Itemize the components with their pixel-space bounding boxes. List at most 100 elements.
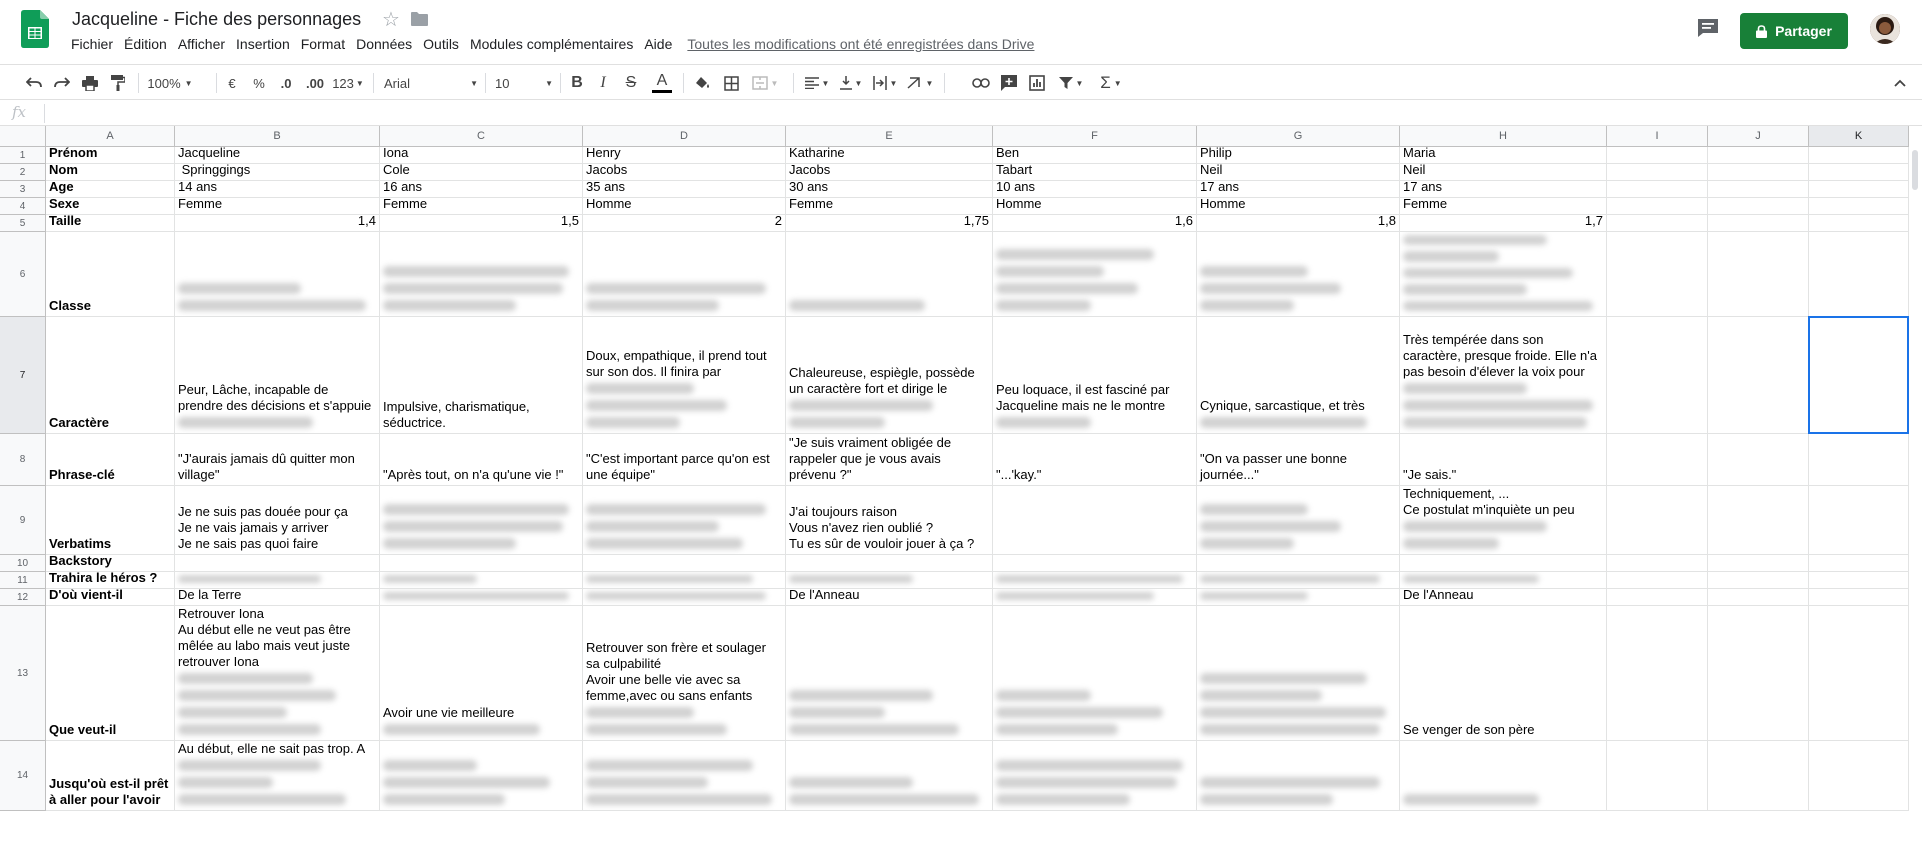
cell-c10[interactable] — [380, 555, 583, 572]
cell-a5[interactable]: Taille — [46, 215, 175, 232]
cell-e2[interactable]: Jacobs — [786, 164, 993, 181]
cell-g7[interactable]: Cynique, sarcastique, et très — [1197, 317, 1400, 434]
cell-d12[interactable] — [583, 589, 786, 606]
cell-j14[interactable] — [1708, 741, 1809, 811]
font-size-select[interactable]: 10 ▼ — [495, 71, 553, 95]
cell-c14[interactable] — [380, 741, 583, 811]
rotate-icon[interactable]: ▼ — [904, 71, 936, 95]
text-color-button[interactable]: A — [652, 71, 672, 93]
cell-c5[interactable]: 1,5 — [380, 215, 583, 232]
menu-fichier[interactable]: Fichier — [71, 36, 113, 52]
cell-f8[interactable]: "...'kay." — [993, 434, 1197, 486]
select-all-corner[interactable] — [0, 126, 46, 147]
vertical-scrollbar[interactable] — [1908, 148, 1922, 848]
decrease-decimal-button[interactable]: .0 — [274, 71, 298, 95]
cell-i13[interactable] — [1607, 606, 1708, 741]
folder-icon[interactable] — [411, 12, 428, 26]
cell-d11[interactable] — [583, 572, 786, 589]
cell-h9[interactable]: Techniquement, ... Ce postulat m'inquièt… — [1400, 486, 1607, 555]
cell-b2[interactable]: Springgings — [175, 164, 380, 181]
cell-i3[interactable] — [1607, 181, 1708, 198]
cell-h13[interactable]: Se venger de son père — [1400, 606, 1607, 741]
cell-e5[interactable]: 1,75 — [786, 215, 993, 232]
paint-format-icon[interactable] — [106, 71, 130, 95]
cell-g2[interactable]: Neil — [1197, 164, 1400, 181]
cell-k10[interactable] — [1809, 555, 1909, 572]
cell-b1[interactable]: Jacqueline — [175, 147, 380, 164]
cell-i5[interactable] — [1607, 215, 1708, 232]
cell-c3[interactable]: 16 ans — [380, 181, 583, 198]
comment-icon[interactable] — [998, 71, 1020, 95]
cell-e1[interactable]: Katharine — [786, 147, 993, 164]
cell-f3[interactable]: 10 ans — [993, 181, 1197, 198]
cell-k9[interactable] — [1809, 486, 1909, 555]
cell-a13[interactable]: Que veut-il — [46, 606, 175, 741]
cell-h2[interactable]: Neil — [1400, 164, 1607, 181]
cell-j3[interactable] — [1708, 181, 1809, 198]
cell-i12[interactable] — [1607, 589, 1708, 606]
comment-history-icon[interactable] — [1697, 18, 1719, 38]
cell-c7[interactable]: Impulsive, charismatique, séductrice. — [380, 317, 583, 434]
cell-b3[interactable]: 14 ans — [175, 181, 380, 198]
cell-k1[interactable] — [1809, 147, 1909, 164]
cell-f1[interactable]: Ben — [993, 147, 1197, 164]
cell-e13[interactable] — [786, 606, 993, 741]
cell-k13[interactable] — [1809, 606, 1909, 741]
menu-edition[interactable]: Édition — [124, 36, 167, 52]
cell-f14[interactable] — [993, 741, 1197, 811]
cell-e3[interactable]: 30 ans — [786, 181, 993, 198]
cell-k12[interactable] — [1809, 589, 1909, 606]
align-left-icon[interactable]: ▼ — [802, 71, 832, 95]
cell-k5[interactable] — [1809, 215, 1909, 232]
cell-b14[interactable]: Au début, elle ne sait pas trop. A — [175, 741, 380, 811]
row-header-14[interactable]: 14 — [0, 741, 46, 811]
cell-b10[interactable] — [175, 555, 380, 572]
cell-k4[interactable] — [1809, 198, 1909, 215]
cell-j9[interactable] — [1708, 486, 1809, 555]
cell-j1[interactable] — [1708, 147, 1809, 164]
column-header-i[interactable]: I — [1607, 126, 1708, 147]
menu-insertion[interactable]: Insertion — [236, 36, 290, 52]
cell-c1[interactable]: Iona — [380, 147, 583, 164]
cell-d2[interactable]: Jacobs — [583, 164, 786, 181]
cell-f9[interactable] — [993, 486, 1197, 555]
avatar[interactable] — [1870, 14, 1900, 44]
row-header-2[interactable]: 2 — [0, 164, 46, 181]
cell-i11[interactable] — [1607, 572, 1708, 589]
cell-f7[interactable]: Peu loquace, il est fasciné par Jacqueli… — [993, 317, 1197, 434]
cell-c13[interactable]: Avoir une vie meilleure — [380, 606, 583, 741]
cell-d8[interactable]: "C'est important parce qu'on est une équ… — [583, 434, 786, 486]
cell-f4[interactable]: Homme — [993, 198, 1197, 215]
zoom-select[interactable]: 100% ▼ — [146, 71, 194, 95]
functions-icon[interactable]: Σ ▼ — [1094, 71, 1128, 95]
cell-i4[interactable] — [1607, 198, 1708, 215]
cell-e14[interactable] — [786, 741, 993, 811]
spreadsheet-grid[interactable]: A B C D E F G H I J K 1 Prénom Jacqueline Iona Henry Kat… — [0, 126, 1922, 848]
column-header-a[interactable]: A — [46, 126, 175, 147]
strikethrough-button[interactable]: S — [622, 71, 640, 95]
cell-d6[interactable] — [583, 232, 786, 317]
cell-h1[interactable]: Maria — [1400, 147, 1607, 164]
cell-h10[interactable] — [1400, 555, 1607, 572]
filter-icon[interactable]: ▼ — [1054, 71, 1088, 95]
cell-h4[interactable]: Femme — [1400, 198, 1607, 215]
cell-d13[interactable]: Retrouver son frère et soulager sa culpa… — [583, 606, 786, 741]
column-header-g[interactable]: G — [1197, 126, 1400, 147]
row-header-6[interactable]: 6 — [0, 232, 46, 317]
increase-decimal-button[interactable]: .00 — [302, 71, 328, 95]
cell-k8[interactable] — [1809, 434, 1909, 486]
link-icon[interactable] — [970, 71, 992, 95]
chart-icon[interactable] — [1026, 71, 1048, 95]
redo-icon[interactable] — [50, 71, 74, 95]
cell-g9[interactable] — [1197, 486, 1400, 555]
cell-d14[interactable] — [583, 741, 786, 811]
cell-a1[interactable]: Prénom — [46, 147, 175, 164]
column-header-d[interactable]: D — [583, 126, 786, 147]
cell-e12[interactable]: De l'Anneau — [786, 589, 993, 606]
cell-k7[interactable] — [1809, 317, 1909, 434]
cell-a2[interactable]: Nom — [46, 164, 175, 181]
font-family-select[interactable]: Arial ▼ — [384, 71, 478, 95]
row-header-3[interactable]: 3 — [0, 181, 46, 198]
cell-e11[interactable] — [786, 572, 993, 589]
cell-j8[interactable] — [1708, 434, 1809, 486]
